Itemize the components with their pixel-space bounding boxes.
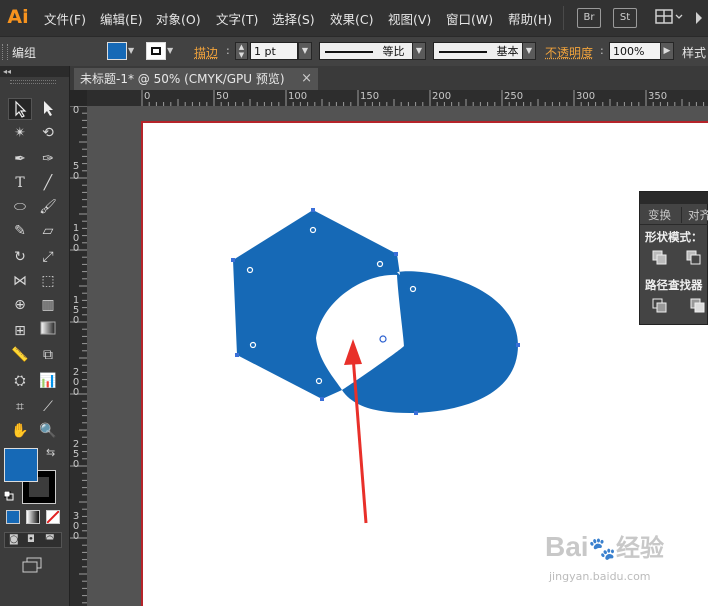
artwork-layer xyxy=(231,208,520,524)
unite-icon[interactable] xyxy=(652,250,668,266)
panel-titlebar[interactable] xyxy=(640,192,708,204)
minus-front-icon[interactable] xyxy=(686,250,702,266)
trim-icon[interactable] xyxy=(690,298,706,314)
watermark-brand-tail: 经验 xyxy=(615,535,664,562)
tab-transform[interactable]: 变换 xyxy=(648,206,671,224)
panel-divider xyxy=(640,224,708,225)
divide-icon[interactable] xyxy=(652,298,668,314)
watermark-url: jingyan.baidu.com xyxy=(549,570,651,583)
tab-divider xyxy=(681,207,682,223)
selection-center-point xyxy=(379,335,387,343)
paw-icon: 🐾 xyxy=(588,536,616,561)
baidu-watermark: Bai🐾经验 jingyan.baidu.com xyxy=(545,528,705,588)
compound-shape[interactable] xyxy=(233,210,518,413)
pathfinder-panel: 变换 对齐 形状模式： 路径查找器 xyxy=(639,191,708,325)
watermark-brand: Bai xyxy=(545,531,589,562)
annotation-arrow xyxy=(344,339,368,524)
tab-align[interactable]: 对齐 xyxy=(688,206,708,224)
shape-modes-label: 形状模式： xyxy=(645,230,703,244)
pathfinders-label: 路径查找器 xyxy=(645,278,703,292)
